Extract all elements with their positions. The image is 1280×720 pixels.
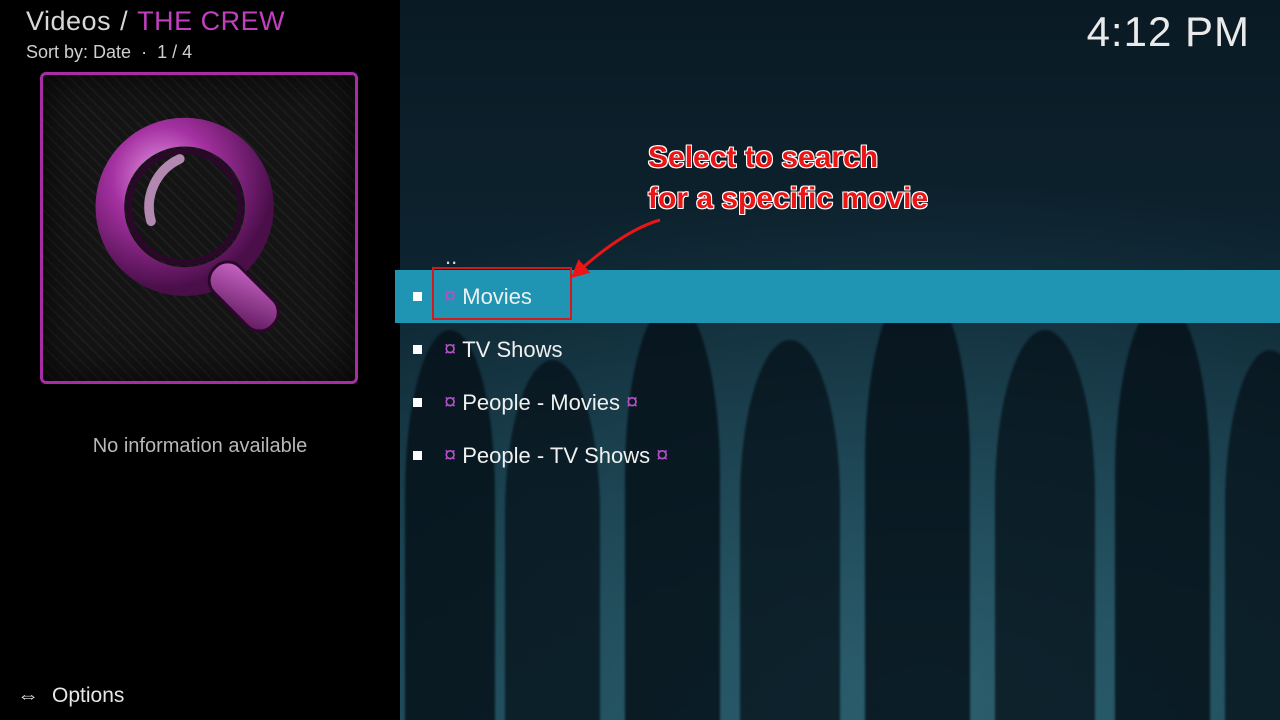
sort-label: Sort by: Date [26,42,131,62]
bullet-icon [413,398,422,407]
item-thumbnail [40,72,358,384]
breadcrumb-separator: / [119,6,137,36]
list-item-label: TV Shows [462,337,562,363]
marker-icon: ¤ [656,442,668,468]
list-item-tvshows[interactable]: ¤ TV Shows [395,323,1280,376]
info-text: No information available [0,435,400,458]
bullet-icon [413,345,422,354]
marker-icon: ¤ [444,283,456,309]
sort-separator: · [136,42,157,62]
breadcrumb-root[interactable]: Videos [26,6,111,36]
list-item-label: People - Movies [462,390,620,416]
marker-icon: ¤ [444,442,456,468]
sort-info: Sort by: Date · 1 / 4 [26,42,192,63]
parent-label: .. [445,244,457,270]
search-icon [84,106,314,351]
marker-icon: ¤ [444,336,456,362]
breadcrumb-current: THE CREW [137,6,285,36]
bullet-icon [413,451,422,460]
options-label: Options [52,684,124,708]
list-item-people-tvshows[interactable]: ¤ People - TV Shows ¤ [395,429,1280,482]
list-item-label: People - TV Shows [462,443,650,469]
sidebar: Videos / THE CREW Sort by: Date · 1 / 4 [0,0,400,720]
list-item-parent[interactable]: .. [395,238,1280,270]
item-counter: 1 / 4 [157,42,192,62]
clock: 4:12 PM [1087,8,1250,56]
options-button[interactable]: ⇔ Options [18,684,124,708]
marker-icon: ¤ [626,389,638,415]
menu-list: .. ¤ Movies ¤ TV Shows ¤ People - Movies… [395,238,1280,482]
list-item-movies[interactable]: ¤ Movies [395,270,1280,323]
bullet-icon [413,292,422,301]
breadcrumb: Videos / THE CREW [26,6,285,37]
marker-icon: ¤ [444,389,456,415]
list-item-label: Movies [462,284,532,310]
options-icon: ⇔ [17,685,39,708]
callout-text: Select to search for a specific movie [648,138,928,219]
list-item-people-movies[interactable]: ¤ People - Movies ¤ [395,376,1280,429]
